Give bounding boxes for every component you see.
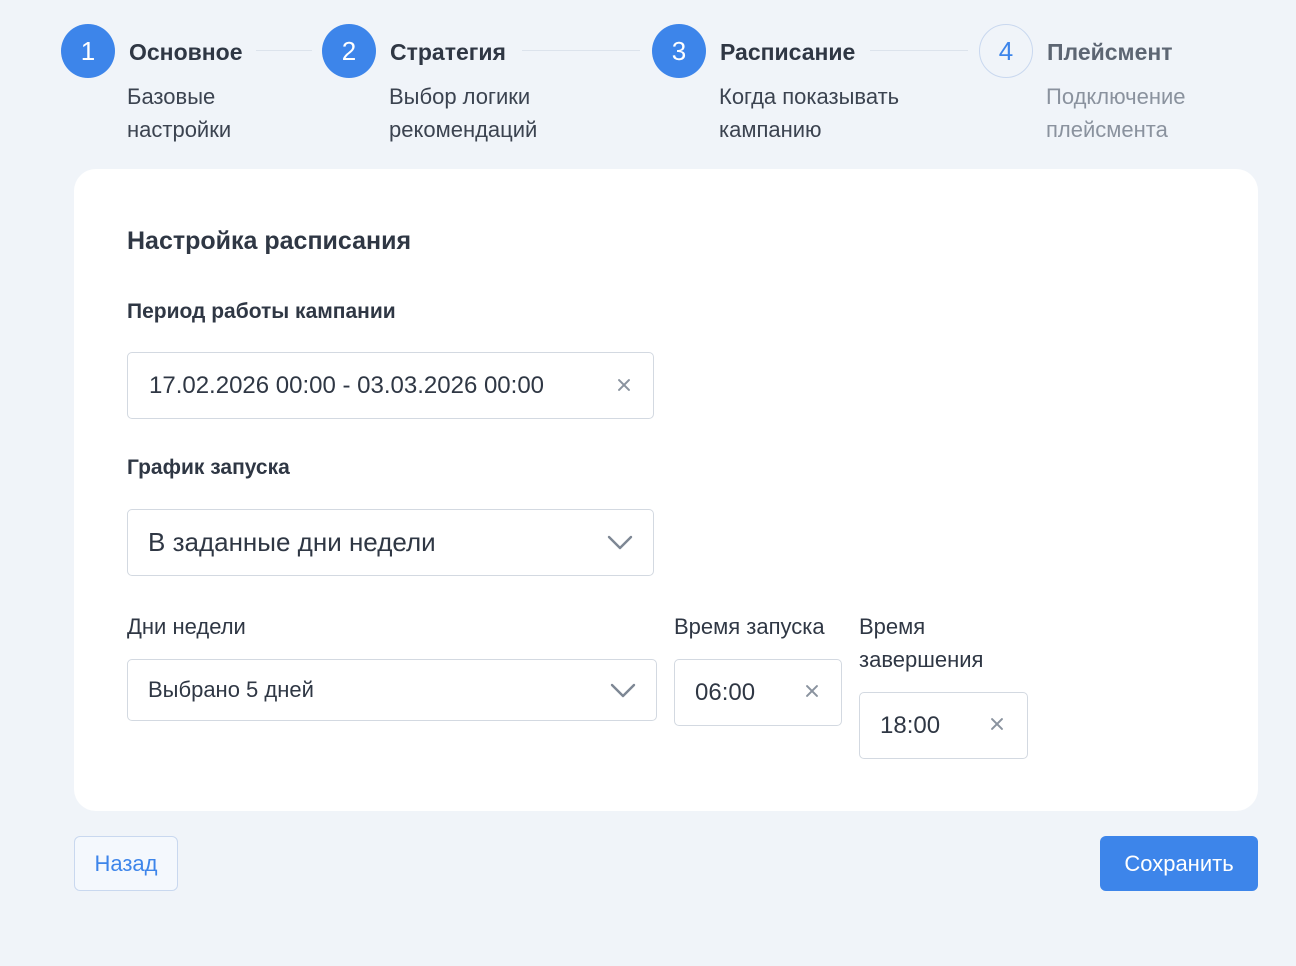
period-label: Период работы кампании	[127, 300, 396, 323]
period-value: 17.02.2026 00:00 - 03.03.2026 00:00	[149, 371, 545, 399]
step-title: Стратегия	[390, 39, 506, 65]
step-number: 4	[979, 24, 1033, 78]
start-time-value: 06:00	[695, 678, 756, 706]
step-title: Основное	[129, 39, 243, 65]
start-time-label: Время запуска	[674, 614, 825, 639]
weekdays-value: Выбрано 5 дней	[148, 677, 314, 702]
step-description-line: рекомендаций	[389, 117, 538, 142]
step-description-line: Базовые	[127, 84, 216, 109]
weekdays-select[interactable]: Выбрано 5 дней	[127, 659, 657, 721]
step-number: 1	[61, 24, 115, 78]
end-time-label-line: завершения	[859, 647, 984, 672]
schedule-label: График запуска	[127, 456, 290, 479]
step-connector	[870, 50, 968, 51]
back-button[interactable]: Назад	[74, 836, 178, 891]
start-time-input[interactable]: 06:00	[674, 659, 842, 726]
end-time-label: Время завершения	[859, 610, 983, 676]
chevron-down-icon	[607, 535, 633, 550]
step-description-line: кампанию	[719, 117, 822, 142]
card-title: Настройка расписания	[127, 227, 412, 255]
step-description-line: настройки	[127, 117, 232, 142]
step-description-line: Выбор логики	[389, 84, 531, 109]
step-description: Подключение плейсмента	[1046, 80, 1186, 146]
step-description: Выбор логики рекомендаций	[389, 80, 537, 146]
step-description-line: Когда показывать	[719, 84, 900, 109]
schedule-value: В заданные дни недели	[148, 527, 436, 557]
step-description-line: плейсмента	[1046, 117, 1168, 142]
close-icon[interactable]	[805, 684, 819, 698]
close-icon[interactable]	[990, 717, 1004, 731]
save-button[interactable]: Сохранить	[1100, 836, 1258, 891]
step-connector	[256, 50, 312, 51]
period-date-range-input[interactable]: 17.02.2026 00:00 - 03.03.2026 00:00	[127, 352, 654, 419]
end-time-value: 18:00	[880, 711, 941, 739]
schedule-type-select[interactable]: В заданные дни недели	[127, 509, 654, 576]
step-description: Когда показывать кампанию	[719, 80, 899, 146]
step-title: Расписание	[720, 39, 856, 65]
step-description: Базовые настройки	[127, 80, 231, 146]
step-connector	[522, 50, 640, 51]
step-title: Плейсмент	[1047, 39, 1173, 65]
end-time-label-line: Время	[859, 614, 926, 639]
step-description-line: Подключение	[1046, 84, 1186, 109]
chevron-down-icon	[610, 683, 636, 698]
end-time-input[interactable]: 18:00	[859, 692, 1028, 759]
close-icon[interactable]	[617, 378, 631, 392]
step-number: 2	[322, 24, 376, 78]
step-number: 3	[652, 24, 706, 78]
weekdays-label: Дни недели	[127, 614, 246, 639]
